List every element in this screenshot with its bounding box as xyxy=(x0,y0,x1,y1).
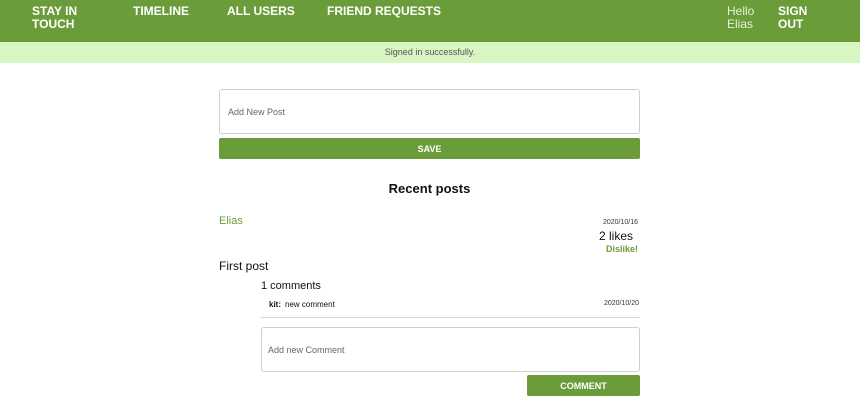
top-navbar: STAY IN TOUCH TIMELINE ALL USERS FRIEND … xyxy=(0,0,860,42)
comment-text: new comment xyxy=(285,300,335,309)
post-date: 2020/10/16 xyxy=(602,219,638,226)
nav-timeline-link[interactable]: TIMELINE xyxy=(133,5,189,18)
nav-friend-requests-link[interactable]: FRIEND REQUESTS xyxy=(327,5,441,18)
recent-posts-heading: Recent posts xyxy=(388,181,471,196)
brand-link[interactable]: STAY IN TOUCH xyxy=(32,5,92,31)
new-post-input[interactable] xyxy=(219,89,640,134)
post-likes-count: 2 likes xyxy=(598,229,633,243)
post-author-link[interactable]: Elias xyxy=(219,215,243,227)
comment-submit-button[interactable]: COMMENT xyxy=(527,375,640,396)
post-content: First post xyxy=(219,259,269,273)
comments-count: 1 comments xyxy=(261,280,321,292)
new-comment-input[interactable] xyxy=(261,327,640,372)
greeting-text: Hello Elias xyxy=(727,4,755,31)
dislike-link[interactable]: Dislike! xyxy=(560,244,638,254)
comment-date: 2020/10/20 xyxy=(603,300,639,307)
nav-all-users-link[interactable]: ALL USERS xyxy=(227,5,295,18)
save-post-button[interactable]: SAVE xyxy=(219,138,640,159)
comment-item: kit: new comment 2020/10/20 xyxy=(261,297,640,318)
sign-out-link[interactable]: SIGN OUT xyxy=(778,5,812,31)
comment-author: kit: xyxy=(269,300,281,309)
flash-notice: Signed in successfully. xyxy=(0,42,860,63)
